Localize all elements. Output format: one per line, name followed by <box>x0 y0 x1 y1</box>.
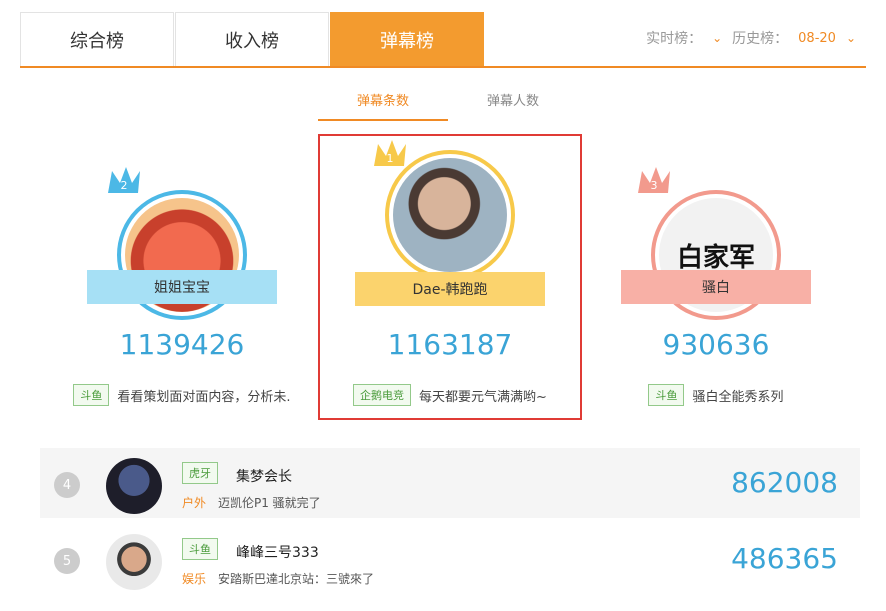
avatar <box>385 150 515 280</box>
streamer-name[interactable]: 集梦会长 <box>236 466 292 486</box>
streamer-name[interactable]: Dae-韩跑跑 <box>412 279 487 299</box>
avatar[interactable] <box>106 458 162 514</box>
streamer-name[interactable]: 峰峰三号333 <box>236 542 319 562</box>
podium-rank-2[interactable]: 2 姐姐宝宝 1139426 斗鱼 看看策划面对面内容，分析未. <box>62 150 302 410</box>
list-item[interactable]: 4 虎牙 集梦会长 户外 迈凯伦P1 骚就完了 862008 <box>40 448 860 518</box>
svg-text:2: 2 <box>121 179 128 192</box>
category-label: 娱乐 <box>182 572 207 586</box>
room-title[interactable]: 安踏斯巴達北京站：三號來了 <box>218 570 374 587</box>
tab-overall[interactable]: 综合榜 <box>20 12 174 66</box>
platform-badge: 斗鱼 <box>648 384 685 406</box>
tab-danmaku[interactable]: 弹幕榜 <box>330 12 484 66</box>
danmaku-score: 930636 <box>662 328 770 361</box>
platform-badge: 斗鱼 <box>182 538 218 560</box>
history-label: 历史榜： <box>732 31 789 47</box>
danmaku-score: 486365 <box>731 542 838 575</box>
name-ribbon: 姐姐宝宝 <box>87 270 277 304</box>
name-ribbon: Dae-韩跑跑 <box>355 272 545 306</box>
platform-badge: 虎牙 <box>182 462 218 484</box>
svg-text:1: 1 <box>387 152 394 165</box>
subtab-danmaku-count[interactable]: 弹幕条数 <box>318 90 448 121</box>
crown-icon: 2 <box>108 167 140 193</box>
room-title[interactable]: 迈凯伦P1 骚就完了 <box>218 494 321 511</box>
subtab-danmaku-users[interactable]: 弹幕人数 <box>448 90 578 119</box>
avatar-image <box>393 158 507 272</box>
room-desc: 企鹅电竞 每天都要元气满满哟~ <box>310 384 590 406</box>
history-chevron-down-icon[interactable]: ⌄ <box>846 31 856 45</box>
podium-rank-1[interactable]: 1 Dae-韩跑跑 1163187 企鹅电竞 每天都要元气满满哟~ <box>330 140 570 410</box>
history-date-select[interactable]: 08-20 <box>798 31 836 46</box>
room-title[interactable]: 看看策划面对面内容，分析未. <box>117 386 290 405</box>
crown-icon: 1 <box>374 140 406 166</box>
room-desc: 斗鱼 骚白全能秀系列 <box>576 384 856 406</box>
avatar-text: 白家军 <box>676 242 755 273</box>
list-item[interactable]: 5 斗鱼 峰峰三号333 娱乐 安踏斯巴達北京站：三號來了 486365 <box>40 524 860 594</box>
realtime-chevron-down-icon[interactable]: ⌄ <box>712 31 722 45</box>
platform-badge: 企鹅电竞 <box>353 384 412 406</box>
danmaku-score: 862008 <box>731 466 838 499</box>
avatar[interactable] <box>106 534 162 590</box>
room-title[interactable]: 每天都要元气满满哟~ <box>419 386 547 405</box>
realtime-label: 实时榜： <box>646 31 703 47</box>
room-title[interactable]: 骚白全能秀系列 <box>692 386 783 405</box>
category-label: 户外 <box>182 496 207 510</box>
platform-badge: 斗鱼 <box>73 384 110 406</box>
crown-icon: 3 <box>638 167 670 193</box>
podium-rank-3[interactable]: 白家军 3 骚白 930636 斗鱼 骚白全能秀系列 <box>596 150 836 410</box>
svg-text:3: 3 <box>651 179 658 192</box>
danmaku-score: 1139426 <box>119 328 245 361</box>
room-desc: 斗鱼 看看策划面对面内容，分析未. <box>42 384 322 406</box>
streamer-name[interactable]: 姐姐宝宝 <box>154 277 210 297</box>
streamer-name[interactable]: 骚白 <box>702 277 730 297</box>
name-ribbon: 骚白 <box>621 270 811 304</box>
rank-number: 4 <box>54 472 80 498</box>
danmaku-subtabs: 弹幕条数 弹幕人数 <box>318 90 568 130</box>
tab-income[interactable]: 收入榜 <box>175 12 329 66</box>
ranking-filters: 实时榜： ⌄ 历史榜： 08-20 ⌄ <box>646 28 856 48</box>
rank-number: 5 <box>54 548 80 574</box>
danmaku-score: 1163187 <box>387 328 513 361</box>
